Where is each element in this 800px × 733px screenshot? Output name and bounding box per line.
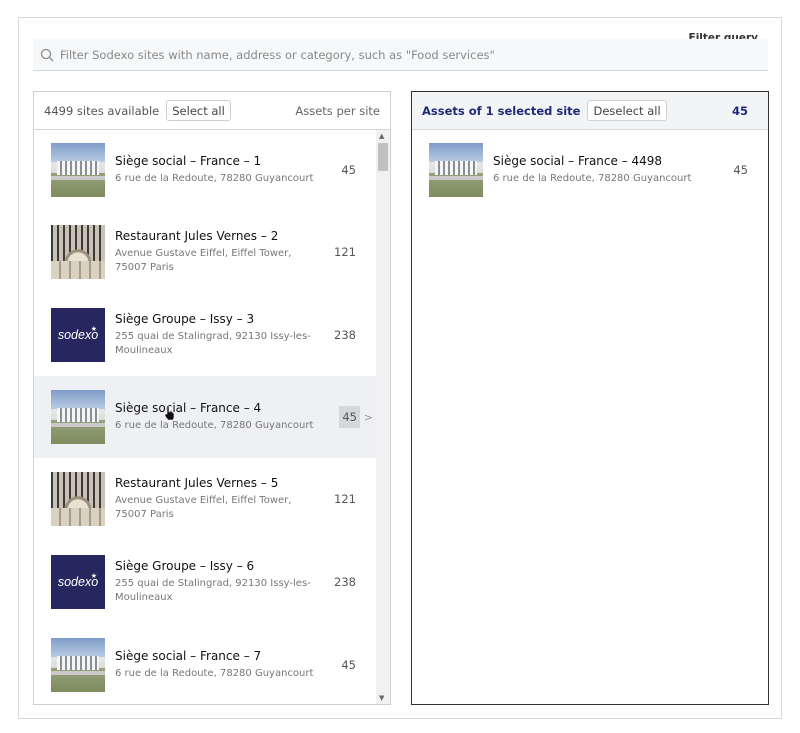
site-thumbnail: sodexo ★ bbox=[51, 555, 105, 609]
site-name: Restaurant Jules Vernes – 5 bbox=[115, 476, 279, 490]
site-info: Siège social – France – 4 6 rue de la Red… bbox=[115, 401, 320, 433]
selected-sites-title: Assets of 1 selected site bbox=[422, 103, 581, 118]
selected-sites-header: Assets of 1 selected site Deselect all 4… bbox=[412, 92, 768, 130]
site-address: 6 rue de la Redoute, 78280 Guyancourt bbox=[115, 420, 314, 431]
site-row[interactable]: Restaurant Jules Vernes – 5 Avenue Gustav… bbox=[34, 458, 376, 540]
available-sites-list[interactable]: Siège social – France – 1 6 rue de la Red… bbox=[34, 130, 376, 704]
scroll-up-icon[interactable]: ▲ bbox=[379, 132, 384, 140]
available-sites-header: 4499 sites available Select all Assets p… bbox=[34, 92, 390, 130]
site-name: Siège social – France – 7 bbox=[115, 649, 262, 663]
site-address: Avenue Gustave Eiffel, Eiffel Tower, 750… bbox=[115, 495, 292, 520]
site-info: Siège social – France – 4498 6 rue de la … bbox=[493, 154, 698, 186]
available-sites-panel: 4499 sites available Select all Assets p… bbox=[33, 91, 391, 705]
site-address: 6 rue de la Redoute, 78280 Guyancourt bbox=[115, 173, 314, 184]
site-thumbnail bbox=[51, 225, 105, 279]
sites-available-count: 4499 sites available bbox=[44, 103, 160, 118]
site-address: 6 rue de la Redoute, 78280 Guyancourt bbox=[115, 668, 314, 679]
site-row[interactable]: Siège social – France – 4498 6 rue de la … bbox=[412, 130, 768, 210]
site-info: Restaurant Jules Vernes – 5 Avenue Gustav… bbox=[115, 476, 320, 522]
logo-star-icon: ★ bbox=[90, 573, 97, 580]
deselect-all-button[interactable]: Deselect all bbox=[587, 100, 667, 121]
site-selector: Filter query 4499 sites available Select… bbox=[18, 17, 782, 719]
site-name: Siège Groupe – Issy – 3 bbox=[115, 312, 255, 326]
site-asset-count: 238 bbox=[334, 328, 356, 342]
search-icon bbox=[40, 48, 54, 61]
search-bar[interactable] bbox=[33, 39, 768, 71]
chevron-right-icon[interactable]: > bbox=[364, 411, 373, 424]
site-asset-count: 238 bbox=[334, 575, 356, 589]
assets-per-site-label: Assets per site bbox=[295, 103, 380, 118]
site-name: Siège Groupe – Issy – 6 bbox=[115, 559, 255, 573]
logo-star-icon: ★ bbox=[90, 326, 97, 333]
select-all-button[interactable]: Select all bbox=[166, 100, 231, 121]
site-row[interactable]: Siège social – France – 4 6 rue de la Red… bbox=[34, 376, 376, 458]
site-asset-count: 45 bbox=[733, 163, 748, 177]
selected-sites-panel: Assets of 1 selected site Deselect all 4… bbox=[411, 91, 769, 705]
site-row[interactable]: sodexo ★ Siège Groupe – Issy – 6 255 quai d… bbox=[34, 540, 376, 624]
scroll-down-icon[interactable]: ▼ bbox=[379, 694, 384, 702]
site-info: Siège Groupe – Issy – 6 255 quai de Stali… bbox=[115, 559, 320, 605]
site-address: 255 quai de Stalingrad, 92130 Issy-les-M… bbox=[115, 331, 311, 356]
scrollbar-thumb[interactable] bbox=[378, 143, 388, 171]
site-name: Siège social – France – 4498 bbox=[493, 154, 663, 168]
site-info: Siège social – France – 1 6 rue de la Red… bbox=[115, 154, 320, 186]
site-thumbnail bbox=[429, 143, 483, 197]
site-row[interactable]: sodexo ★ Siège Groupe – Issy – 3 255 quai d… bbox=[34, 294, 376, 376]
selected-assets-total: 45 bbox=[731, 103, 748, 118]
site-asset-count: 45 bbox=[341, 658, 356, 672]
site-address: Avenue Gustave Eiffel, Eiffel Tower, 750… bbox=[115, 248, 292, 273]
site-row[interactable]: Restaurant Jules Vernes – 2 Avenue Gustav… bbox=[34, 210, 376, 294]
site-thumbnail bbox=[51, 472, 105, 526]
site-info: Siège social – France – 7 6 rue de la Red… bbox=[115, 649, 320, 681]
site-address: 255 quai de Stalingrad, 92130 Issy-les-M… bbox=[115, 578, 311, 603]
site-address: 6 rue de la Redoute, 78280 Guyancourt bbox=[493, 173, 692, 184]
site-name: Restaurant Jules Vernes – 2 bbox=[115, 229, 279, 243]
site-info: Restaurant Jules Vernes – 2 Avenue Gustav… bbox=[115, 229, 320, 275]
site-asset-count: 45 bbox=[341, 163, 356, 177]
site-asset-count: 121 bbox=[334, 492, 356, 506]
site-thumbnail: sodexo ★ bbox=[51, 308, 105, 362]
site-name: Siège social – France – 4 bbox=[115, 401, 262, 415]
selected-sites-list[interactable]: Siège social – France – 4498 6 rue de la … bbox=[412, 130, 768, 704]
site-name: Siège social – France – 1 bbox=[115, 154, 262, 168]
hand-cursor-icon bbox=[164, 405, 175, 421]
site-info: Siège Groupe – Issy – 3 255 quai de Stali… bbox=[115, 312, 320, 358]
site-thumbnail bbox=[51, 390, 105, 444]
site-thumbnail bbox=[51, 638, 105, 692]
site-row[interactable]: Siège social – France – 1 6 rue de la Red… bbox=[34, 130, 376, 210]
site-asset-count: 121 bbox=[334, 245, 356, 259]
search-input[interactable] bbox=[60, 47, 720, 62]
site-thumbnail bbox=[51, 143, 105, 197]
site-asset-count: 45 bbox=[339, 406, 360, 428]
available-sites-scrollbar[interactable]: ▲ ▼ bbox=[376, 130, 390, 704]
site-row[interactable]: Siège social – France – 7 6 rue de la Red… bbox=[34, 624, 376, 704]
